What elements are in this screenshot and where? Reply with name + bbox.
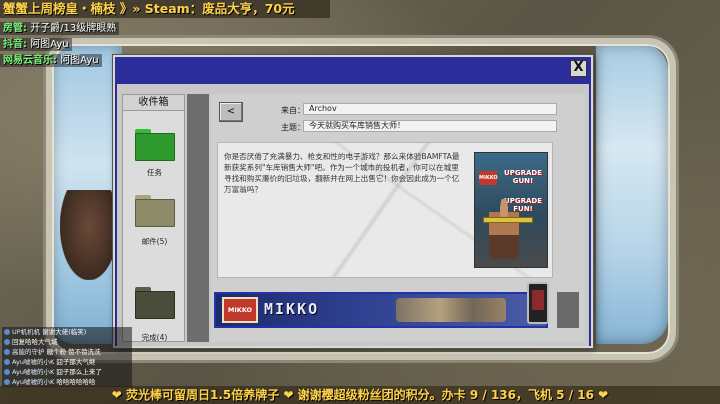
window-body: 收件箱 任务 邮件(5) 完成(4) < 来自： Archov 主题： 今天就购… <box>117 84 589 346</box>
folder-tasks-icon[interactable] <box>135 129 175 161</box>
social-value: 开子爵/13级牌眼熟 <box>30 23 117 34</box>
subject-label: 主题： <box>281 123 305 132</box>
inbox-sidebar: 收件箱 任务 邮件(5) 完成(4) <box>122 94 185 342</box>
chat-message: 高能的守护 糖个粉 赞不赞洗洗 <box>2 347 132 357</box>
junk-items-graphic <box>396 298 506 322</box>
message-body: 你是否厌倦了充满暴力、枪支和性的电子游戏？那么来体验BAMFTA最新获奖系列"车… <box>224 152 460 194</box>
close-button[interactable]: X <box>570 60 587 77</box>
chat-text: 糖个粉 赞不赞洗洗 <box>46 348 101 356</box>
social-line-fangguan: 房管: 开子爵/13级牌眼熟 <box>0 22 120 35</box>
back-button[interactable]: < <box>219 102 243 122</box>
chat-text: 谢谢大佬(临笑) <box>42 328 87 336</box>
social-value: 阿图Ayu <box>30 39 69 50</box>
social-label: 网易云音乐: <box>3 55 57 66</box>
scrollbar-thumb[interactable] <box>557 292 579 328</box>
social-label: 房管: <box>3 23 27 34</box>
phone-icon <box>527 282 549 324</box>
chat-message: Ayu嘘嘘的小K 囧子那么上来了 <box>2 367 132 377</box>
live-chat: UP机机机 谢谢大佬(临笑) 回复哈哈大气城 高能的守护 糖个粉 赞不赞洗洗 A… <box>2 327 132 387</box>
chat-text: 回复哈哈大气城 <box>12 338 58 346</box>
poster-logo: MIKKO <box>479 171 498 185</box>
inbox-title: 收件箱 <box>123 95 184 111</box>
message-content: 你是否厌倦了充满暴力、枪支和性的电子游戏？那么来体验BAMFTA最新获奖系列"车… <box>217 142 553 278</box>
chat-message: 回复哈哈大气城 <box>2 337 132 347</box>
social-line-douyin: 抖音: 阿图Ayu <box>0 38 72 51</box>
chat-user: Ayu嘘嘘的小K <box>12 378 55 386</box>
stream-top-banner: 蟹蟹上周榜皇・楠枝 》» Steam：废品大亨，70元 <box>0 0 330 18</box>
from-value: Archov <box>303 103 557 115</box>
mikko-ad-banner[interactable]: MIKKO MIKKO <box>214 282 549 328</box>
pane-divider <box>187 94 209 342</box>
mikko-logo: MIKKO <box>222 297 258 323</box>
chat-text: 囧子那么上来了 <box>56 368 102 376</box>
subject-value: 今天就购买车库销售大师！ <box>303 120 557 132</box>
social-line-netease: 网易云音乐: 阿图Ayu <box>0 54 102 67</box>
poster-man-figure <box>489 199 519 259</box>
window-titlebar <box>115 57 591 81</box>
message-pane: < 来自： Archov 主题： 今天就购买车库销售大师！ 你是否厌倦了充满暴力… <box>211 94 585 342</box>
chat-text: 哈哈哈哈哈哈 <box>56 378 96 386</box>
social-value: 阿图Ayu <box>60 55 99 66</box>
folder-mail-label[interactable]: 邮件(5) <box>123 236 186 247</box>
stream-bottom-ticker: ❤ 荧光棒可留周日1.5倍养牌子 ❤ 谢谢樱超级粉丝团的积分。办卡 9 / 13… <box>0 386 720 404</box>
from-label: 来自： <box>281 106 305 115</box>
folder-tasks-label[interactable]: 任务 <box>123 167 186 178</box>
chat-message: UP机机机 谢谢大佬(临笑) <box>2 327 132 337</box>
folder-done-icon[interactable] <box>135 287 175 319</box>
chat-user: 高能的守护 <box>12 348 45 356</box>
chat-user: Ayu嘘嘘的小K <box>12 368 55 376</box>
poster-text-upgrade-gun: UPGRADE GUN! <box>504 169 542 185</box>
mikko-name: MIKKO <box>264 300 320 318</box>
chat-user: Ayu嘘嘘的小K <box>12 358 55 366</box>
poster-gun-graphic <box>483 217 533 223</box>
folder-mail-icon[interactable] <box>135 195 175 227</box>
chat-user: UP机机机 <box>12 328 41 336</box>
folder-done-label[interactable]: 完成(4) <box>123 332 186 343</box>
chat-message: Ayu嘘嘘的小K 囧子那大气继 <box>2 357 132 367</box>
game-ad-poster: MIKKO UPGRADE GUN! UPGRADE FUN! <box>474 152 548 268</box>
email-window: X 收件箱 任务 邮件(5) 完成(4) < 来自： Archov 主题： 今天… <box>113 55 593 348</box>
social-label: 抖音: <box>3 39 27 50</box>
chat-text: 囧子那大气继 <box>56 358 96 366</box>
